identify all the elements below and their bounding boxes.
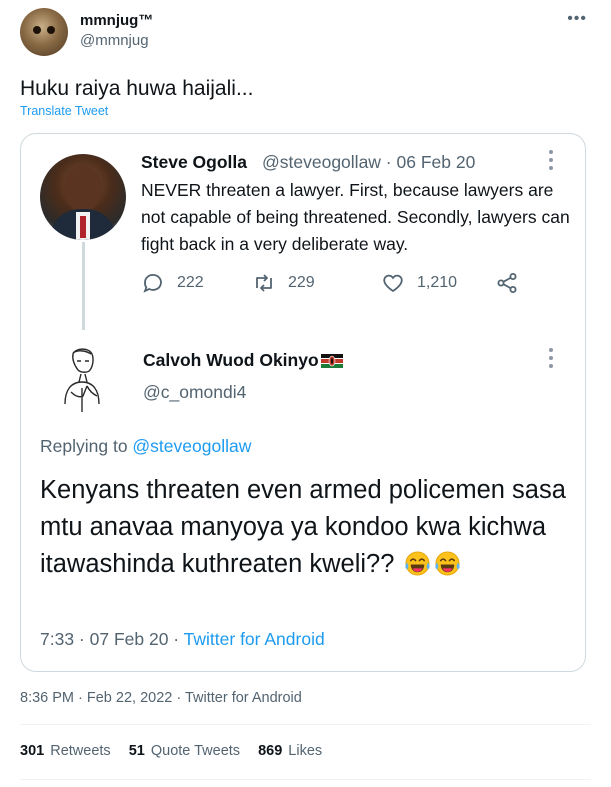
replying-to-handle-link[interactable]: @steveogollaw xyxy=(132,436,251,456)
tweet-text: Huku raiya huwa haijali... xyxy=(20,77,254,100)
retweet-icon xyxy=(256,274,272,292)
retweets-stat[interactable]: 301 Retweets xyxy=(20,743,111,759)
kenya-flag-icon xyxy=(320,352,343,368)
reply-button[interactable]: 222 xyxy=(141,270,204,296)
tweet-header: mmnjug™ @mmnjug ••• xyxy=(20,8,595,58)
more-vertical-icon[interactable] xyxy=(549,348,555,372)
tears-of-joy-emoji-icon xyxy=(404,550,431,577)
like-count: 1,210 xyxy=(417,274,458,291)
like-button[interactable]: 1,210 xyxy=(381,270,457,296)
user-handle[interactable]: @mmnjug xyxy=(80,32,149,49)
parent-author-name[interactable]: Steve Ogolla xyxy=(141,152,247,173)
reply-timestamp: 7:33 · 07 Feb 20 · Twitter for Android xyxy=(40,629,325,649)
retweet-button[interactable]: 229 xyxy=(252,270,315,296)
share-icon xyxy=(497,273,517,293)
reply-tweet-text: Kenyans threaten even armed policemen sa… xyxy=(40,476,566,578)
reply-icon xyxy=(143,274,162,293)
tears-of-joy-emoji-icon xyxy=(434,550,461,577)
likes-stat[interactable]: 869 Likes xyxy=(258,743,322,759)
reply-author-name[interactable]: Calvoh Wuod Okinyo xyxy=(143,350,343,371)
quote-tweets-stat[interactable]: 51 Quote Tweets xyxy=(129,743,240,759)
share-button[interactable] xyxy=(495,270,531,296)
heart-icon xyxy=(383,274,403,293)
quoted-thread-card[interactable]: Steve Ogolla @steveogollaw · 06 Feb 20 N… xyxy=(20,133,586,672)
source-link[interactable]: Twitter for Android xyxy=(184,629,325,649)
parent-author-handle[interactable]: @steveogollaw · 06 Feb 20 xyxy=(262,152,475,173)
divider xyxy=(20,779,591,780)
display-name[interactable]: mmnjug™ xyxy=(80,12,153,29)
retweet-count: 229 xyxy=(288,274,315,291)
thread-connector-line xyxy=(82,242,85,330)
avatar[interactable] xyxy=(40,154,126,240)
avatar[interactable] xyxy=(57,344,107,416)
replying-to: Replying to @steveogollaw xyxy=(40,436,252,456)
divider xyxy=(20,724,591,725)
avatar[interactable] xyxy=(20,8,68,56)
more-horizontal-icon[interactable]: ••• xyxy=(567,10,587,28)
reply-count: 222 xyxy=(177,274,204,291)
parent-action-bar: 222 229 1,210 xyxy=(141,270,521,296)
parent-tweet-text: NEVER threaten a lawyer. First, because … xyxy=(141,180,570,254)
reply-author-handle[interactable]: @c_omondi4 xyxy=(143,382,246,403)
engagement-stats: 301 Retweets 51 Quote Tweets 869 Likes xyxy=(20,743,322,759)
more-vertical-icon[interactable] xyxy=(549,150,555,174)
translate-tweet-link[interactable]: Translate Tweet xyxy=(20,104,108,118)
tweet-timestamp[interactable]: 8:36 PM · Feb 22, 2022 · Twitter for And… xyxy=(20,690,302,706)
